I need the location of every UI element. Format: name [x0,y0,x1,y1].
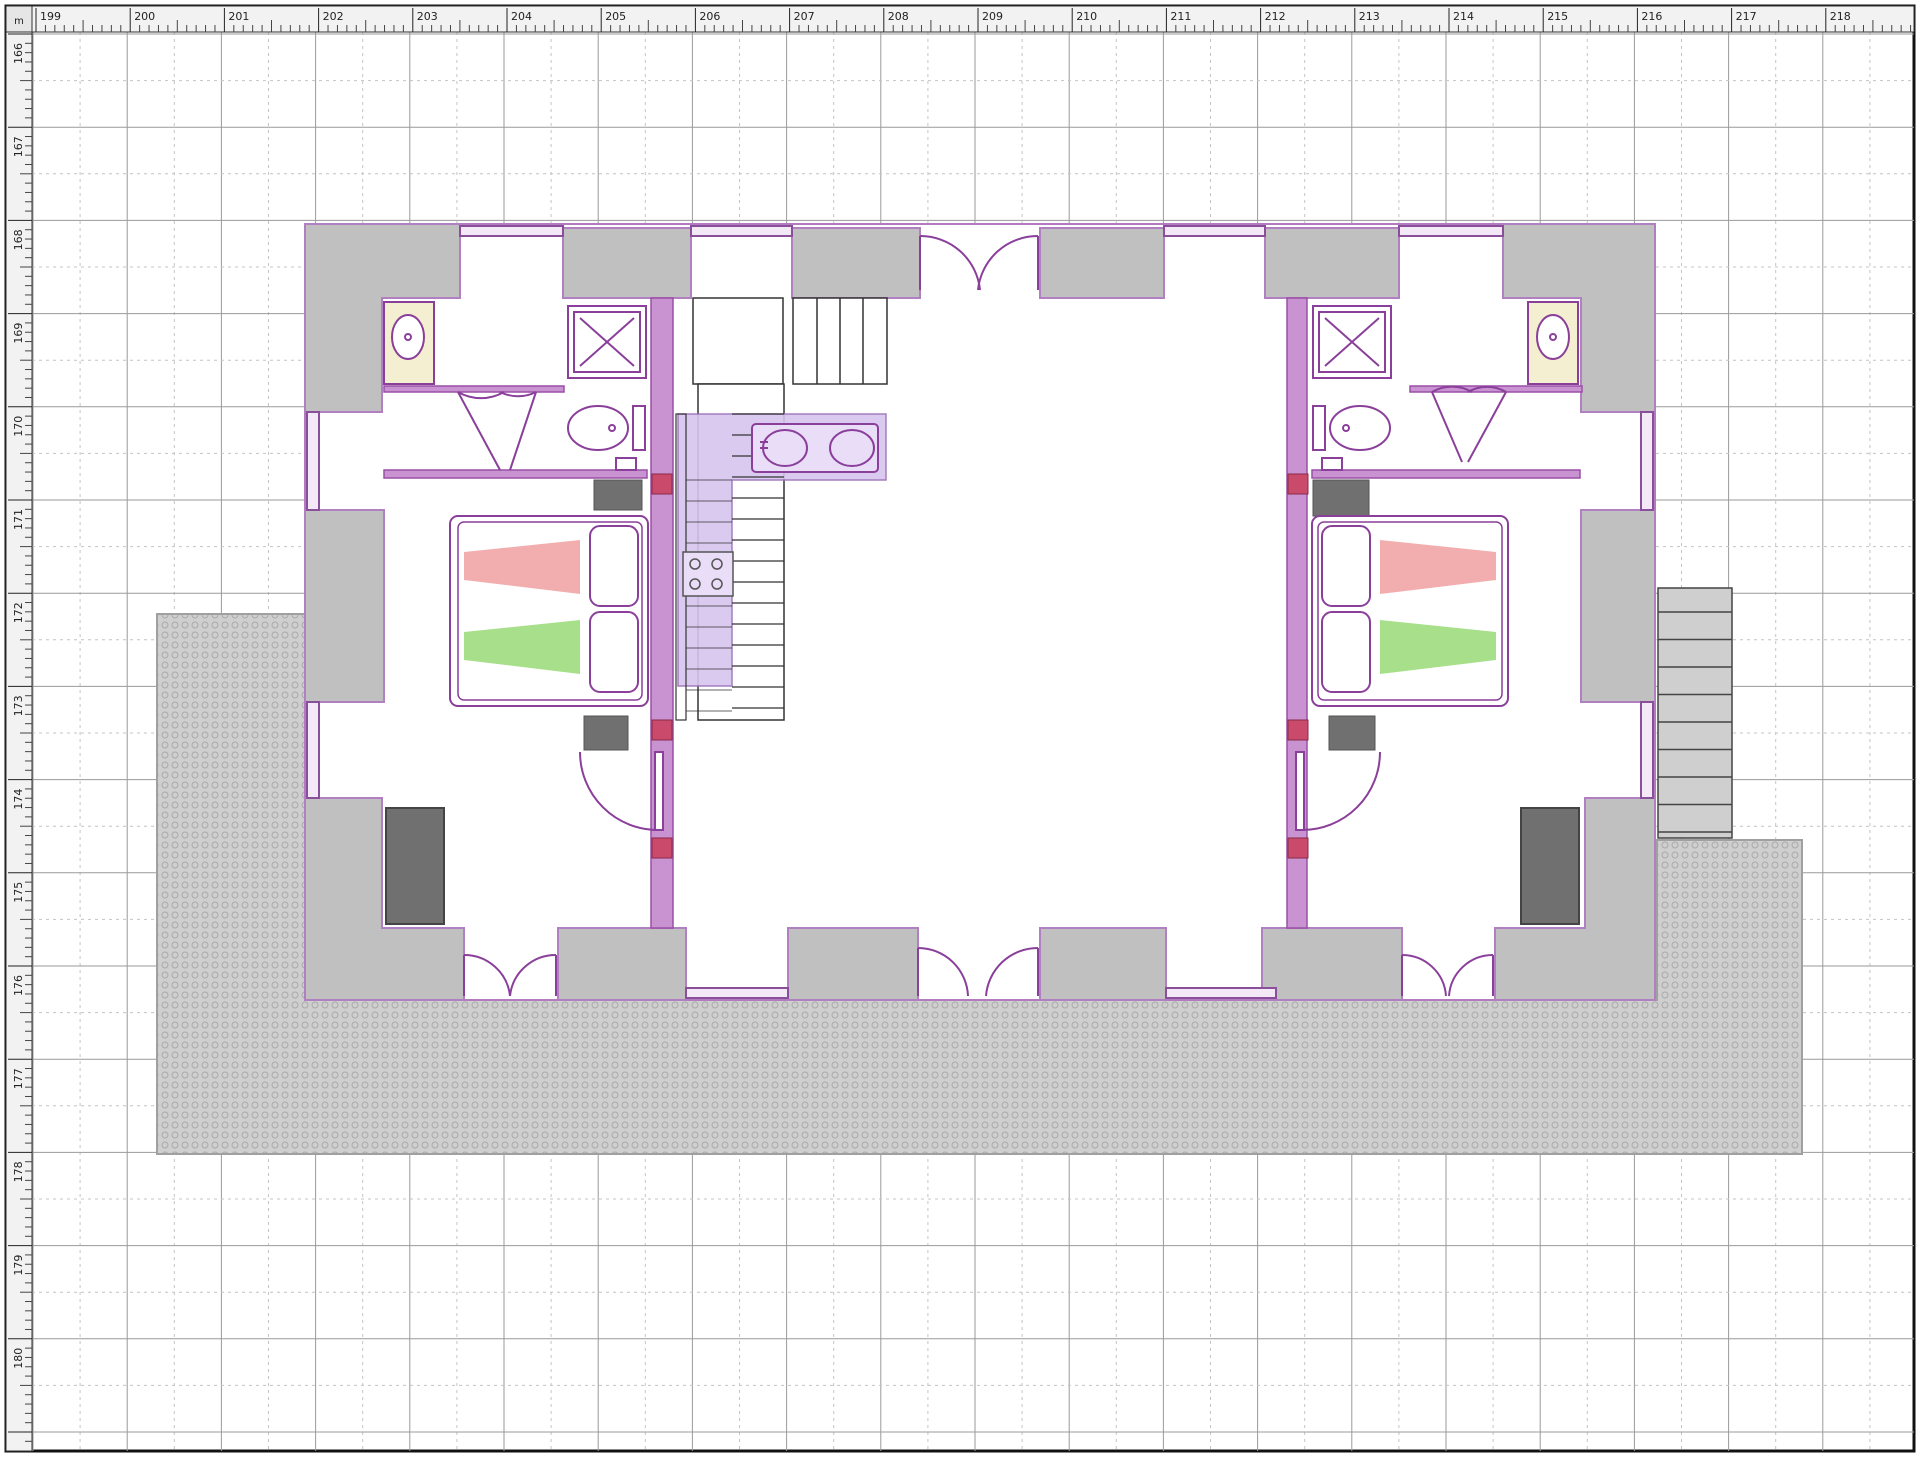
wall-top-4 [1264,227,1400,299]
window-icon [690,225,793,237]
window-icon [1398,225,1504,237]
partition-right [1286,297,1308,929]
nightstand-icon [583,715,629,751]
ruler-label: 169 [12,323,25,344]
ruler-label: 205 [605,10,626,23]
ruler-label: 208 [888,10,909,23]
exterior-steps-icon[interactable] [1657,587,1733,839]
wall-bottom-3 [1039,927,1167,1001]
ruler-label: 172 [12,602,25,623]
window-icon [1165,987,1277,999]
wall-right-mid [1580,509,1656,703]
window-icon [459,225,564,237]
ruler-label: 218 [1830,10,1851,23]
ruler-label: 202 [323,10,344,23]
ruler-label: 177 [12,1068,25,1089]
cooktop-icon [682,551,734,597]
ruler-label: 213 [1359,10,1380,23]
window-icon [1640,411,1654,511]
ruler-label: 211 [1170,10,1191,23]
wall-top-3 [1039,227,1165,299]
top-ruler[interactable]: 199 200 201 202 203 204 205 206 207 208 209 210 211 2… [5,5,1915,33]
ruler-label: 212 [1265,10,1286,23]
window-icon [685,987,789,999]
window-icon [1163,225,1266,237]
wall-left-mid [304,509,385,703]
ruler-label: 204 [511,10,532,23]
ruler-label: 168 [12,229,25,250]
partition-left-bath-upper [383,385,565,393]
ruler-label: 217 [1736,10,1757,23]
wardrobe-right[interactable] [1520,807,1580,925]
ruler-label: 175 [12,882,25,903]
window-icon [306,411,320,511]
wall-bottom-1 [557,927,687,1001]
ruler-label: 207 [794,10,815,23]
nightstand-icon [1312,479,1370,517]
bed-icon [1311,515,1509,707]
washbasin-icon [383,301,435,385]
ruler-label: 173 [12,695,25,716]
ruler-label: 167 [12,136,25,157]
wall-bottom-2 [787,927,919,1001]
ruler-label: 214 [1453,10,1474,23]
wall-top-1 [562,227,692,299]
ruler-label: 166 [12,43,25,64]
ruler-label: 174 [12,789,25,810]
partition-left [650,297,674,929]
ruler-label: 179 [12,1255,25,1276]
nightstand-icon [1328,715,1376,751]
shower-icon [1312,305,1392,379]
ruler-corner-label: m [14,16,24,27]
ruler-label: 206 [699,10,720,23]
ruler-label: 176 [12,975,25,996]
window-icon [306,701,320,799]
washbasin-icon [1527,301,1579,385]
wall-top-2 [791,227,921,299]
wall-bottom-4 [1261,927,1403,1001]
ruler-label: 209 [982,10,1003,23]
ruler-label: 171 [12,509,25,530]
left-ruler[interactable]: 166 167 168 169 170 171 172 173 174 175 176 177 178 1… [5,5,33,1452]
window-icon [1640,701,1654,799]
nightstand-icon [593,479,643,511]
shower-icon [567,305,647,379]
partition-left-bath [383,469,648,479]
ruler-label: 203 [417,10,438,23]
ruler-label: 201 [228,10,249,23]
sink-icon [751,423,879,473]
ruler-label: 170 [12,416,25,437]
wardrobe-left[interactable] [385,807,445,925]
ruler-label: 210 [1076,10,1097,23]
ruler-label: 199 [40,10,61,23]
ruler-label: 178 [12,1161,25,1182]
bed-icon [449,515,649,707]
partition-right-bath [1311,469,1581,479]
ruler-label: 215 [1547,10,1568,23]
ruler-label: 200 [134,10,155,23]
ruler-label: 216 [1641,10,1662,23]
cad-plan-editor[interactable]: 199 200 201 202 203 204 205 206 207 208 209 210 211 2… [0,0,1920,1457]
ruler-label: 180 [12,1348,25,1369]
